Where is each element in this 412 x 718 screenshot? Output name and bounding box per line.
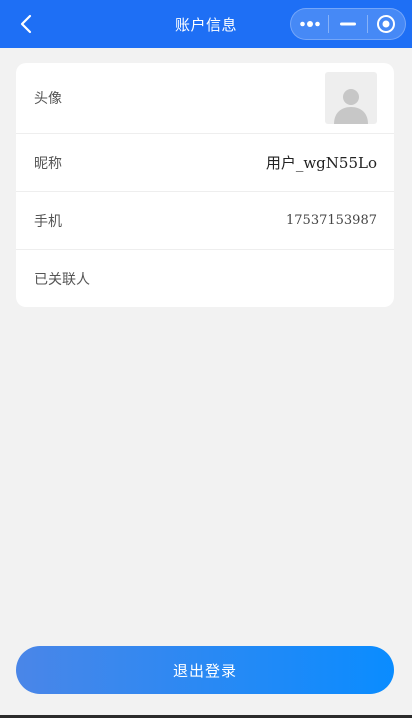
minimize-button[interactable] [329,9,366,39]
account-info-page: 账户信息 头像 昵称 用户_wgN55Lo 手机 17537153987 已关联… [0,0,412,718]
more-dots-icon [299,21,320,27]
chevron-left-icon [20,14,32,34]
close-miniprogram-button[interactable] [368,9,405,39]
target-close-icon [377,15,396,33]
back-button[interactable] [12,10,40,38]
contacts-row[interactable]: 已关联人 [16,250,394,307]
avatar-row[interactable]: 头像 [16,63,394,134]
more-button[interactable] [291,9,328,39]
avatar-placeholder-icon [334,89,368,124]
phone-label: 手机 [34,213,62,230]
account-info-card: 头像 昵称 用户_wgN55Lo 手机 17537153987 已关联人 [16,63,394,307]
phone-value: 17537153987 [286,213,377,228]
minimize-icon [339,22,356,26]
nickname-row[interactable]: 昵称 用户_wgN55Lo [16,134,394,192]
phone-row[interactable]: 手机 17537153987 [16,192,394,250]
logout-button[interactable]: 退出登录 [16,646,394,694]
nickname-value: 用户_wgN55Lo [265,154,377,172]
contacts-label: 已关联人 [34,272,90,288]
page-title: 账户信息 [174,15,237,34]
avatar[interactable] [325,72,377,124]
capsule-menu [290,8,406,40]
avatar-label: 头像 [34,91,62,107]
navbar: 账户信息 [0,0,412,48]
nickname-label: 昵称 [34,155,62,172]
